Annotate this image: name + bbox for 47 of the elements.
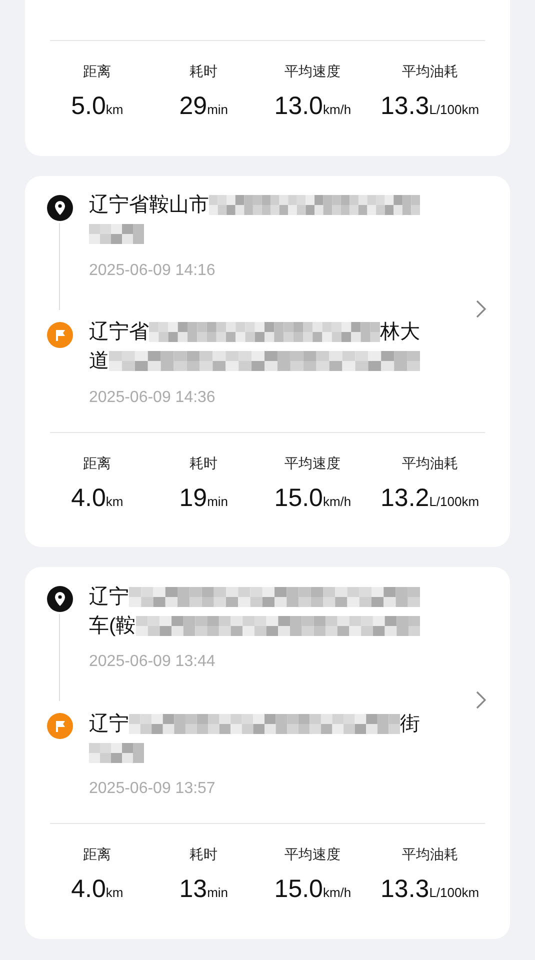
stat-value: 15.0km/h <box>274 482 352 514</box>
stat-label: 平均油耗 <box>402 62 458 81</box>
timestamp: 2025-06-09 13:44 <box>89 652 216 672</box>
stat-label: 距离 <box>83 62 112 81</box>
stat-label: 平均油耗 <box>402 454 458 472</box>
flag-icon <box>47 713 73 739</box>
stat-value: 5.0km <box>71 91 124 122</box>
stat-value: 13.3L/100km <box>380 91 480 122</box>
redaction-mosaic <box>89 742 144 762</box>
stat-value: 29min <box>179 91 228 122</box>
chevron-right-icon[interactable] <box>475 298 487 318</box>
stat-label: 平均油耗 <box>402 845 458 864</box>
address-text: 辽宁 <box>89 584 129 610</box>
stat-label: 耗时 <box>190 62 218 81</box>
location-pin-icon <box>47 586 73 612</box>
address-text: 辽宁 <box>89 712 129 736</box>
stat-label: 耗时 <box>190 845 218 864</box>
address-text: 辽宁省鞍山市 <box>89 193 209 218</box>
location-pin-icon <box>47 194 73 220</box>
stat-label: 平均速度 <box>284 845 341 864</box>
address-text: 林大 <box>380 320 420 345</box>
stat-value: 13min <box>179 874 228 905</box>
stat-label: 平均速度 <box>284 62 341 81</box>
redaction-mosaic <box>89 224 144 244</box>
stat-label: 耗时 <box>190 454 218 472</box>
stat-label: 平均速度 <box>284 454 341 472</box>
timestamp: 2025-06-09 14:16 <box>89 260 216 280</box>
flag-icon <box>47 322 73 348</box>
address-text: 街 <box>400 712 420 736</box>
stat-value: 19min <box>179 482 228 514</box>
stat-value: 4.0km <box>71 874 124 905</box>
address-text: 车(鞍 <box>89 614 136 638</box>
chevron-right-icon[interactable] <box>475 690 487 710</box>
stat-value: 13.0km/h <box>274 91 352 122</box>
timestamp: 2025-06-09 14:36 <box>89 388 216 408</box>
stat-value: 13.2L/100km <box>380 482 480 514</box>
stat-value: 15.0km/h <box>274 874 352 905</box>
trip-card[interactable]: 辽宁 车(鞍 2025-06-09 13:44 辽宁 街 2025-06-09 13:57 距离 4.0km 耗时 13min 平均速度 15.0km/h 平均油耗 13.3L/100km <box>25 567 510 938</box>
trip-card[interactable]: 距离 5.0km 耗时 29min 平均速度 13.0km/h 平均油耗 13.3L/100km <box>25 0 510 156</box>
stat-value: 4.0km <box>71 482 124 514</box>
stat-label: 距离 <box>83 454 112 472</box>
timestamp: 2025-06-09 13:57 <box>89 779 216 799</box>
stat-label: 距离 <box>83 845 112 864</box>
stat-value: 13.3L/100km <box>380 874 480 905</box>
trip-card[interactable]: 辽宁省鞍山市 2025-06-09 14:16 辽宁省 林大 道 2025-06-09 14:36 距离 4.0km 耗时 19min 平均速度 15.0km/h 平均油耗 13.2L/100km <box>25 176 510 547</box>
address-text: 辽宁省 <box>89 320 149 345</box>
address-text: 道 <box>89 349 109 374</box>
